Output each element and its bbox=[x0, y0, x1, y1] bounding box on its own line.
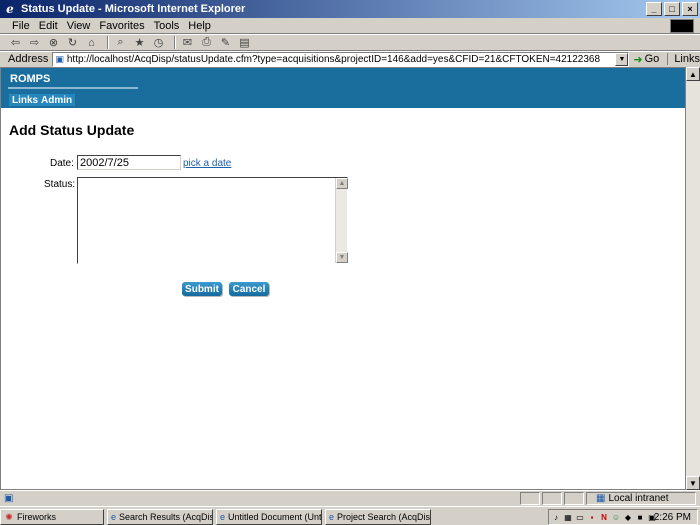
close-icon[interactable]: × bbox=[682, 2, 698, 16]
task-label: Fireworks bbox=[17, 512, 57, 522]
chevron-down-icon[interactable]: ▼ bbox=[615, 52, 629, 66]
nav-links[interactable]: Links bbox=[9, 94, 42, 106]
maximize-icon[interactable]: □ bbox=[664, 2, 680, 16]
security-zone: ▦ Local intranet bbox=[596, 492, 669, 505]
page-viewport: ROMPS Links Admin Add Status Update Date… bbox=[0, 67, 686, 490]
window-titlebar[interactable]: e Status Update - Microsoft Internet Exp… bbox=[0, 0, 700, 18]
taskbar-item-fireworks[interactable]: ✺ Fireworks bbox=[0, 509, 104, 525]
antivirus-icon[interactable]: ▪ bbox=[587, 512, 597, 522]
ie-icon: e bbox=[111, 512, 117, 522]
menu-edit[interactable]: Edit bbox=[39, 20, 58, 32]
scroll-down-icon[interactable]: ▼ bbox=[686, 476, 700, 490]
menu-help[interactable]: Help bbox=[188, 20, 211, 32]
taskbar-item-project-search[interactable]: e Project Search (AcqDisp/... bbox=[325, 509, 431, 525]
history-icon[interactable]: ◷ bbox=[151, 36, 166, 50]
scroll-down-icon[interactable]: ▼ bbox=[336, 252, 348, 263]
print-icon[interactable]: ⎙ bbox=[199, 36, 214, 50]
edit-icon[interactable]: ✎ bbox=[218, 36, 233, 50]
toolbar-separator bbox=[174, 36, 176, 49]
discuss-icon[interactable]: ▤ bbox=[237, 36, 252, 50]
toolbar-separator bbox=[107, 36, 109, 49]
taskbar-clock: 2:26 PM bbox=[653, 512, 691, 523]
home-icon[interactable]: ⌂ bbox=[84, 36, 99, 50]
status-panel bbox=[542, 492, 562, 505]
favorites-icon[interactable]: ★ bbox=[132, 36, 147, 50]
taskbar-item-search-results[interactable]: e Search Results (AcqDisp/... bbox=[107, 509, 213, 525]
task-label: Project Search (AcqDisp/... bbox=[337, 512, 431, 522]
messenger-icon[interactable]: ☺ bbox=[611, 512, 621, 522]
zone-label: Local intranet bbox=[608, 493, 669, 504]
go-arrow-icon: ➜ bbox=[633, 53, 643, 66]
window-controls: _ □ × bbox=[646, 2, 698, 16]
back-icon[interactable]: ⇦ bbox=[8, 36, 23, 50]
ie-icon: e bbox=[220, 512, 226, 522]
windows-logo-icon bbox=[670, 19, 694, 33]
stop-icon[interactable]: ⊗ bbox=[46, 36, 61, 50]
site-header: ROMPS Links Admin bbox=[1, 68, 685, 108]
scroll-up-icon[interactable]: ▲ bbox=[686, 67, 700, 81]
date-label: Date: bbox=[50, 158, 74, 169]
page-icon: ▣ bbox=[55, 53, 64, 64]
fireworks-icon: ✺ bbox=[5, 511, 13, 522]
taskbar-item-untitled-document[interactable]: e Untitled Document (Untitle... bbox=[216, 509, 322, 525]
refresh-icon[interactable]: ↻ bbox=[65, 36, 80, 50]
tray-app-icon[interactable]: ■ bbox=[635, 512, 645, 522]
textarea-scrollbar[interactable]: ▲ ▼ bbox=[335, 178, 348, 263]
task-label: Untitled Document (Untitle... bbox=[228, 512, 322, 522]
monitor-icon[interactable]: ▭ bbox=[575, 512, 585, 522]
taskbar: ✺ Fireworks e Search Results (AcqDisp/..… bbox=[0, 506, 700, 525]
address-label: Address bbox=[8, 53, 49, 65]
page-done-icon: ▣ bbox=[4, 492, 14, 504]
pick-date-link[interactable]: pick a date bbox=[183, 158, 231, 169]
links-button[interactable]: Links bbox=[667, 53, 700, 65]
window-title: Status Update - Microsoft Internet Explo… bbox=[21, 3, 246, 15]
status-panel bbox=[564, 492, 584, 505]
header-rule bbox=[8, 87, 138, 89]
menu-file[interactable]: File bbox=[12, 20, 30, 32]
statusbar: ▣ ▦ Local intranet bbox=[0, 490, 700, 505]
intranet-icon: ▦ bbox=[596, 493, 606, 504]
go-label: Go bbox=[644, 53, 660, 65]
ie-icon: e bbox=[6, 2, 14, 16]
tray-app-icon[interactable]: ◆ bbox=[623, 512, 633, 522]
menu-view[interactable]: View bbox=[67, 20, 91, 32]
cancel-button[interactable]: Cancel bbox=[229, 282, 269, 296]
minimize-icon[interactable]: _ bbox=[646, 2, 662, 16]
mail-icon[interactable]: ✉ bbox=[180, 36, 195, 50]
menu-favorites[interactable]: Favorites bbox=[99, 20, 144, 32]
status-label: Status: bbox=[44, 179, 76, 190]
status-panel bbox=[520, 492, 540, 505]
task-label: Search Results (AcqDisp/... bbox=[119, 512, 212, 522]
standard-toolbar: ⇦ ⇨ ⊗ ↻ ⌂ ⌕ ★ ◷ ✉ ⎙ ✎ ▤ bbox=[0, 34, 700, 51]
address-input[interactable]: ▣ http://localhost/AcqDisp/statusUpdate.… bbox=[52, 51, 630, 67]
page-title: Add Status Update bbox=[9, 122, 135, 138]
submit-button[interactable]: Submit bbox=[182, 282, 222, 296]
menubar: File Edit View Favorites Tools Help bbox=[0, 18, 700, 34]
menu-tools[interactable]: Tools bbox=[154, 20, 180, 32]
address-url: http://localhost/AcqDisp/statusUpdate.cf… bbox=[66, 53, 601, 65]
nav-admin[interactable]: Admin bbox=[38, 94, 76, 106]
site-brand: ROMPS bbox=[10, 73, 51, 85]
status-textarea[interactable]: ▲ ▼ bbox=[77, 177, 348, 264]
norton-icon[interactable]: N bbox=[599, 512, 609, 522]
page-scrollbar[interactable]: ▲ ▼ bbox=[686, 67, 700, 490]
date-field[interactable] bbox=[77, 155, 181, 170]
go-button[interactable]: ➜ Go bbox=[633, 53, 659, 66]
ie-icon: e bbox=[329, 512, 335, 522]
scroll-up-icon[interactable]: ▲ bbox=[336, 178, 348, 189]
search-icon[interactable]: ⌕ bbox=[113, 36, 128, 50]
system-tray: ♪ ▦ ▭ ▪ N ☺ ◆ ■ ▣ 2:26 PM bbox=[548, 509, 698, 525]
forward-icon[interactable]: ⇨ bbox=[27, 36, 42, 50]
volume-icon[interactable]: ♪ bbox=[551, 512, 561, 522]
network-icon[interactable]: ▦ bbox=[563, 512, 573, 522]
address-bar: Address ▣ http://localhost/AcqDisp/statu… bbox=[0, 51, 700, 67]
